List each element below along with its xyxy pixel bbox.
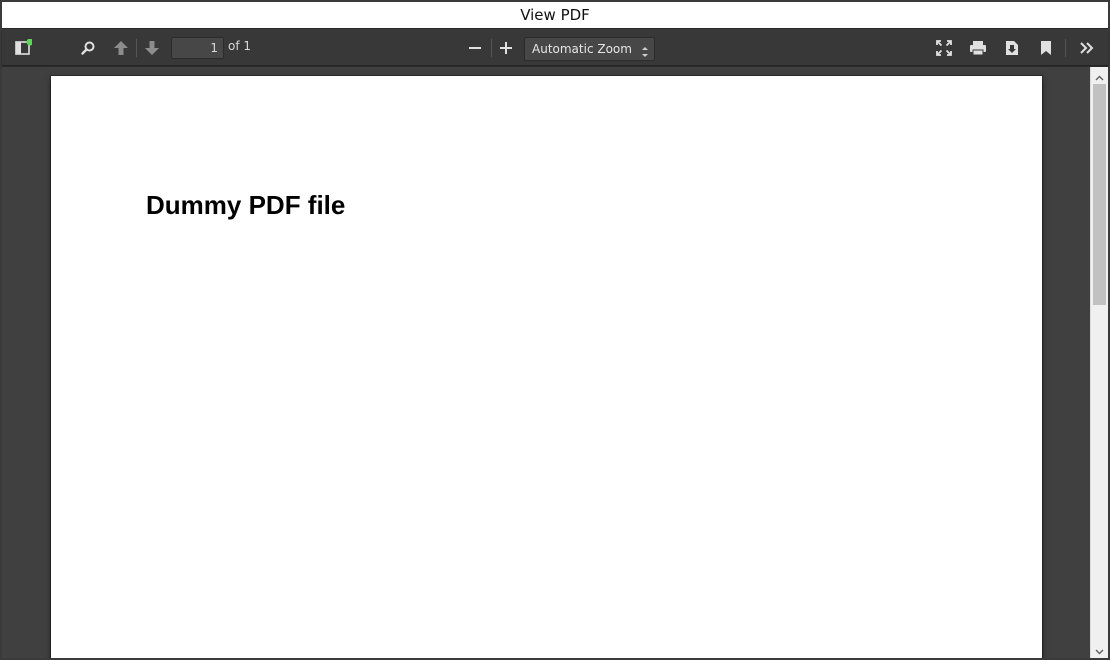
zoom-in-button[interactable] <box>493 35 519 61</box>
presentation-mode-button[interactable] <box>931 35 957 61</box>
scroll-down-button[interactable] <box>1091 641 1108 658</box>
sidebar-toggle-icon <box>14 39 32 57</box>
zoom-select-value: Automatic Zoom <box>532 42 632 56</box>
tools-button[interactable] <box>1074 35 1100 61</box>
download-button[interactable] <box>999 35 1025 61</box>
plus-icon <box>499 41 513 55</box>
chevron-down-icon <box>1095 640 1104 659</box>
window-title: View PDF <box>2 2 1108 29</box>
previous-page-button[interactable] <box>108 35 134 61</box>
page-count: of 1 <box>228 39 252 53</box>
bookmark-icon <box>1040 40 1052 56</box>
scroll-up-button[interactable] <box>1091 67 1108 84</box>
search-icon <box>80 40 96 56</box>
download-icon <box>1005 40 1019 56</box>
chevron-up-icon <box>1095 66 1104 85</box>
arrow-down-icon <box>144 40 160 56</box>
double-chevron-right-icon <box>1079 41 1095 55</box>
search-button[interactable] <box>75 35 101 61</box>
toolbar-separator <box>1065 39 1066 57</box>
toolbar: 1 of 1 Automatic Zoom <box>2 30 1108 66</box>
pdf-viewer-window: View PDF 1 of 1 Automatic Zoom Dummy PDF… <box>0 0 1110 660</box>
document-viewer[interactable]: Dummy PDF file <box>2 67 1090 658</box>
page-number-input[interactable]: 1 <box>171 37 224 59</box>
next-page-button[interactable] <box>139 35 165 61</box>
pdf-page: Dummy PDF file <box>51 76 1042 658</box>
fullscreen-icon <box>936 40 952 56</box>
arrow-up-icon <box>113 40 129 56</box>
sidebar-toggle-button[interactable] <box>10 35 36 61</box>
vertical-scrollbar[interactable] <box>1090 67 1108 658</box>
minus-icon <box>468 41 482 55</box>
select-arrows-icon <box>642 43 648 57</box>
zoom-select[interactable]: Automatic Zoom <box>524 37 655 61</box>
zoom-out-button[interactable] <box>462 35 488 61</box>
scrollbar-thumb[interactable] <box>1093 84 1106 305</box>
print-button[interactable] <box>965 35 991 61</box>
toolbar-separator <box>136 39 137 57</box>
bookmark-button[interactable] <box>1033 35 1059 61</box>
toolbar-separator <box>491 39 492 57</box>
printer-icon <box>969 40 987 56</box>
pdf-page-title: Dummy PDF file <box>146 190 346 220</box>
